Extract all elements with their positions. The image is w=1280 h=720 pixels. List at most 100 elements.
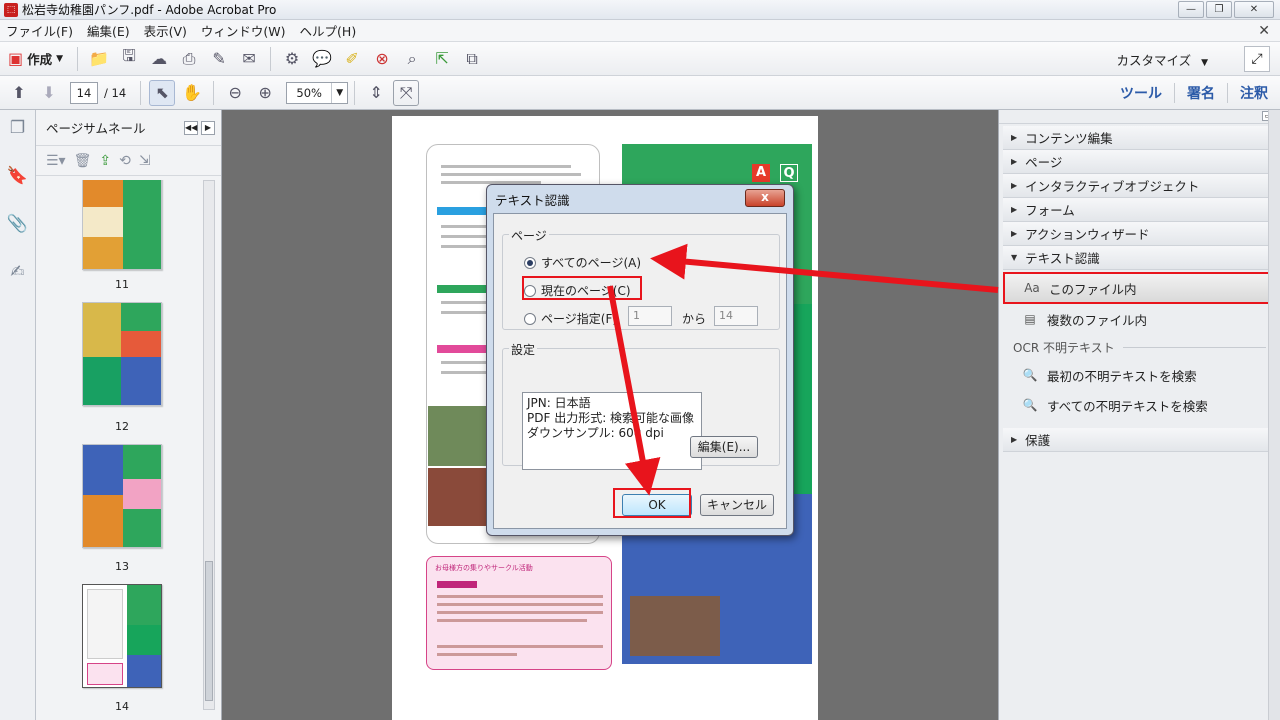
thumbnail-page-11[interactable] (82, 180, 162, 270)
combine-icon[interactable]: ⧉ (459, 46, 485, 72)
tools-panel-scrollbar[interactable] (1268, 110, 1280, 720)
export-icon[interactable]: ⇱ (429, 46, 455, 72)
restore-button[interactable]: ❐ (1206, 1, 1232, 18)
main-toolbar: ▣ 作成 ▼ 📁 🖫 ☁ ⎙ ✎ ✉ ⚙ 💬 ✐ ⊗ ⌕ ⇱ ⧉ カスタマイズ … (0, 42, 1280, 76)
text-line (437, 611, 603, 614)
find-all-suspects[interactable]: 🔍 すべての不明テキストを検索 (1003, 390, 1276, 420)
page-photo (428, 406, 488, 466)
triangle-right-icon: ▶ (1011, 205, 1018, 214)
attachment-icon[interactable]: 📎 (5, 214, 31, 242)
search-document-icon[interactable]: ⌕ (399, 46, 425, 72)
settings-summary: JPN: 日本語 PDF 出力形式: 検索可能な画像 ダウンサンプル: 600 … (522, 392, 702, 470)
thumbnail-scrollbar[interactable] (203, 180, 215, 710)
range-to-input[interactable]: 14 (714, 306, 758, 326)
minimize-button[interactable]: — (1178, 1, 1204, 18)
zoom-out-icon[interactable]: ⊖ (222, 80, 248, 106)
edit-document-icon[interactable]: ✎ (206, 46, 232, 72)
close-document-icon[interactable]: ✕ (1258, 23, 1270, 39)
find-first-suspect[interactable]: 🔍 最初の不明テキストを検索 (1003, 360, 1276, 390)
menu-edit[interactable]: 編集(E) (87, 21, 130, 40)
gear-icon[interactable]: ⚙ (279, 46, 305, 72)
radio-icon[interactable] (524, 312, 536, 325)
next-page-icon[interactable]: ⬇ (36, 80, 62, 106)
chevron-down-icon[interactable]: ▼ (331, 82, 347, 103)
scrollbar-thumb[interactable] (205, 561, 213, 701)
fit-width-icon[interactable]: ⤧ (393, 79, 420, 106)
page-number-input[interactable]: 14 (70, 81, 98, 104)
panel-links: ツール 署名 注釈 (1108, 76, 1280, 110)
select-cursor-icon[interactable]: ⬉ (149, 79, 176, 106)
window-title: 松岩寺幼稚園パンフ.pdf - Adobe Acrobat Pro (22, 3, 277, 17)
radio-range-label: ページ指定(F) (541, 312, 618, 326)
save-icon[interactable]: 🖫 (116, 46, 142, 72)
triangle-right-icon: ▶ (1011, 435, 1018, 444)
panel-arrows: ◀◀ ▶ (184, 120, 215, 135)
cloud-upload-icon[interactable]: ☁ (146, 46, 172, 72)
menu-view[interactable]: 表示(V) (144, 21, 187, 40)
delete-page-icon[interactable]: ⊗ (369, 46, 395, 72)
previous-page-icon[interactable]: ⬆ (6, 80, 32, 106)
menu-help[interactable]: ヘルプ(H) (300, 21, 357, 40)
sign-link[interactable]: 署名 (1174, 83, 1227, 103)
section-protection[interactable]: ▶ 保護 (1003, 428, 1276, 452)
bookmark-icon[interactable]: 🔖 (5, 166, 31, 194)
comment-icon[interactable]: 💬 (309, 46, 335, 72)
ocr-item-label: 複数のファイル内 (1047, 312, 1148, 328)
edit-settings-button[interactable]: 編集(E)... (690, 436, 758, 458)
print-icon[interactable]: ⎙ (176, 46, 202, 72)
insert-page-icon[interactable]: ⇪ (99, 153, 111, 169)
rotate-page-icon[interactable]: ⟲ (119, 153, 131, 169)
thumb-block (127, 625, 161, 655)
hand-tool-icon[interactable]: ✋ (179, 80, 205, 106)
open-folder-icon[interactable]: 📁 (86, 46, 112, 72)
left-navigation: ❐ 🔖 📎 ✍ (0, 110, 36, 720)
radio-icon[interactable] (524, 284, 536, 297)
collapse-panel-icon[interactable]: ◀◀ (184, 120, 198, 135)
section-text-recognition[interactable]: ▼ テキスト認識 (1003, 246, 1276, 270)
settings-group-label: 設定 (509, 341, 538, 358)
radio-current-page[interactable]: 現在のページ(C) (524, 282, 631, 299)
section-forms[interactable]: ▶ フォーム (1003, 198, 1276, 222)
customize-menu[interactable]: カスタマイズ ▼ (1116, 50, 1208, 69)
fit-page-icon[interactable]: ⇕ (363, 80, 389, 106)
comment-link[interactable]: 注釈 (1227, 83, 1280, 103)
radio-selected-icon[interactable] (524, 256, 536, 269)
section-content-edit[interactable]: ▶ コンテンツ編集 (1003, 126, 1276, 150)
triangle-right-icon: ▶ (1011, 157, 1018, 166)
zoom-select[interactable]: 50% ▼ (286, 81, 349, 104)
menu-window[interactable]: ウィンドウ(W) (201, 21, 286, 40)
thumbnail-page-14[interactable] (82, 584, 162, 688)
ocr-in-multiple-files[interactable]: ▤ 複数のファイル内 (1003, 304, 1276, 334)
tools-link[interactable]: ツール (1108, 83, 1174, 103)
delete-page-icon[interactable]: 🗑 (74, 153, 92, 169)
close-window-button[interactable]: ✕ (1234, 1, 1274, 18)
options-menu-icon[interactable]: ☰▾ (46, 153, 66, 169)
zoom-in-icon[interactable]: ⊕ (252, 80, 278, 106)
thumb-block (83, 303, 121, 357)
page-thumbnails-icon[interactable]: ❐ (5, 118, 31, 146)
email-icon[interactable]: ✉ (236, 46, 262, 72)
expand-icon[interactable]: ⤢ (1244, 46, 1270, 72)
thumb-block (83, 207, 123, 237)
section-pages[interactable]: ▶ ページ (1003, 150, 1276, 174)
create-button[interactable]: ▣ 作成 ▼ (0, 49, 71, 68)
expand-panel-icon[interactable]: ▶ (201, 120, 215, 135)
thumbnail-page-12[interactable] (82, 302, 162, 406)
highlight-icon[interactable]: ✐ (339, 46, 365, 72)
ocr-in-this-file[interactable]: Aa このファイル内 (1003, 272, 1274, 304)
radio-all-pages[interactable]: すべてのページ(A) (524, 254, 641, 271)
thumbnail-list: 11 12 13 14 (36, 180, 208, 720)
range-from-input[interactable]: 1 (628, 306, 672, 326)
dialog-close-button[interactable]: x (745, 189, 785, 207)
section-action-wizard[interactable]: ▶ アクションウィザード (1003, 222, 1276, 246)
menu-file[interactable]: ファイル(F) (6, 21, 73, 40)
section-interactive-objects[interactable]: ▶ インタラクティブオブジェクト (1003, 174, 1276, 198)
cancel-button[interactable]: キャンセル (700, 494, 774, 516)
extract-page-icon[interactable]: ⇲ (139, 153, 151, 169)
radio-page-range[interactable]: ページ指定(F) (524, 310, 617, 327)
signature-icon[interactable]: ✍ (5, 262, 31, 290)
divider (270, 46, 272, 71)
divider (354, 80, 356, 105)
menu-bar: ファイル(F) 編集(E) 表示(V) ウィンドウ(W) ヘルプ(H) ✕ (0, 20, 1280, 42)
thumbnail-page-13[interactable] (82, 444, 162, 548)
